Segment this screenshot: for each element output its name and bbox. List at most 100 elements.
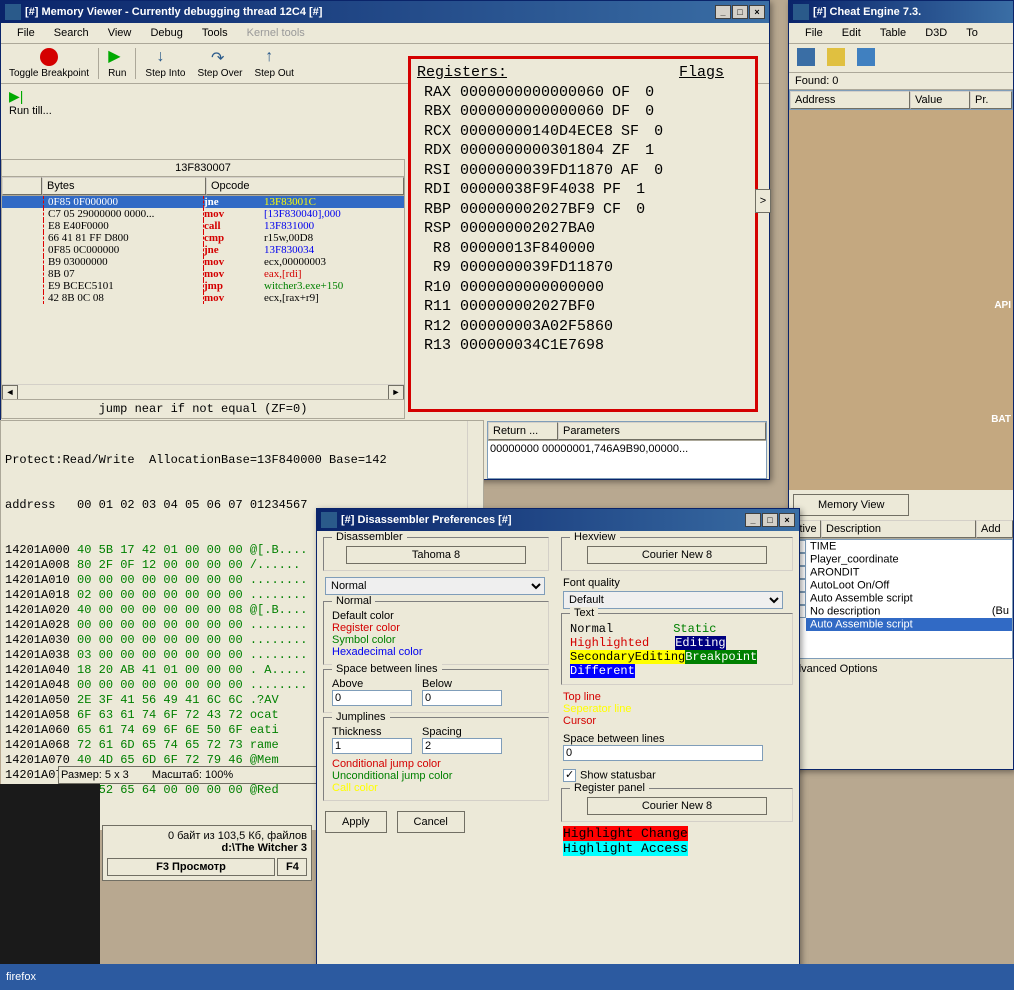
list-item[interactable]: Player_coordinate <box>790 553 1012 566</box>
disasm-row[interactable]: 42 8B 0C 08movecx,[rax+r9] <box>2 292 404 304</box>
register-row: RDI 00000038F9F4038PF 1 <box>417 180 749 200</box>
text-editing[interactable]: Editing <box>675 636 725 650</box>
list-item[interactable]: ARONDIT <box>790 566 1012 579</box>
hex-font-button[interactable]: Courier New 8 <box>587 546 767 564</box>
prefs-titlebar[interactable]: [#] Disassembler Preferences [#] _ □ × <box>317 509 799 531</box>
mv-titlebar[interactable]: [#] Memory Viewer - Currently debugging … <box>1 1 769 23</box>
step-into-button[interactable]: ↓Step Into <box>139 46 191 81</box>
text-normal[interactable]: Normal <box>570 622 613 636</box>
toggle-breakpoint-button[interactable]: Toggle Breakpoint <box>3 46 95 81</box>
register-row: R8 00000013F840000 <box>417 239 749 259</box>
mv-menu-debug[interactable]: Debug <box>142 25 190 41</box>
ce-address-list[interactable]: TIME Player_coordinate ARONDIT AutoLoot … <box>789 539 1013 659</box>
list-item[interactable]: Auto Assemble script <box>790 592 1012 605</box>
cancel-button[interactable]: Cancel <box>397 811 465 833</box>
disasm-row[interactable]: 0F85 0C000000jne13F830034 <box>2 244 404 256</box>
text-breakpoint[interactable]: Breakpoint <box>685 650 757 664</box>
ce-menu-to[interactable]: To <box>958 25 986 41</box>
run-button[interactable]: ▶Run <box>102 46 132 81</box>
disasm-row[interactable]: E9 BCEC5101jmpwitcher3.exe+150 <box>2 280 404 292</box>
mv-menu-file[interactable]: File <box>9 25 43 41</box>
sepline-label[interactable]: Seperator line <box>563 703 791 715</box>
ce-menu-table[interactable]: Table <box>872 25 914 41</box>
ce-btn-save[interactable] <box>851 46 881 70</box>
text-highlighted[interactable]: Highlighted <box>570 636 649 650</box>
text-secondary[interactable]: SecondaryEditing <box>570 650 685 664</box>
taskbar[interactable]: firefox <box>0 964 1014 990</box>
cursor-label[interactable]: Cursor <box>563 715 791 727</box>
cond-jump-color[interactable]: Conditional jump color <box>332 758 540 770</box>
f4-button[interactable]: F4 <box>277 858 307 876</box>
apply-button[interactable]: Apply <box>325 811 387 833</box>
ce-advanced-options[interactable]: dvanced Options <box>789 659 1013 679</box>
disasm-row[interactable]: E8 E40F0000call13F831000 <box>2 220 404 232</box>
ce-col-address[interactable]: Address <box>790 91 910 109</box>
spacing-input[interactable] <box>422 738 502 754</box>
col-bytes[interactable]: Bytes <box>42 177 206 195</box>
disasm-hscroll[interactable]: ◄► <box>2 384 404 400</box>
disasm-font-button[interactable]: Tahoma 8 <box>346 546 526 564</box>
list-item[interactable]: No description (Bu <box>790 605 1012 618</box>
disasm-row[interactable]: 66 41 81 FF D800cmpr15w,00D8 <box>2 232 404 244</box>
col-return[interactable]: Return ... <box>488 422 558 440</box>
disasm-list[interactable]: 0F85 0F000000jne13F83001CC7 05 29000000 … <box>2 196 404 304</box>
ce-menu-edit[interactable]: Edit <box>834 25 869 41</box>
ce-titlebar[interactable]: [#] Cheat Engine 7.3. <box>789 1 1013 23</box>
run-till-icon[interactable]: ▶| <box>9 88 23 105</box>
below-input[interactable] <box>422 690 502 706</box>
ce-menu-d3d[interactable]: D3D <box>917 25 955 41</box>
mv-menu-tools[interactable]: Tools <box>194 25 236 41</box>
disasm-row[interactable]: 0F85 0F000000jne13F83001C <box>2 196 404 208</box>
minimize-button[interactable]: _ <box>715 5 731 19</box>
disasm-row[interactable]: C7 05 29000000 0000...mov[13F830040],000 <box>2 208 404 220</box>
uncond-jump-color[interactable]: Unconditional jump color <box>332 770 540 782</box>
hex-color-label[interactable]: Hexadecimal color <box>332 646 540 658</box>
desktop-dark <box>0 784 100 964</box>
maximize-button[interactable]: □ <box>732 5 748 19</box>
memory-view-button[interactable]: Memory View <box>793 494 909 516</box>
register-row: R10 0000000000000000 <box>417 278 749 298</box>
thickness-input[interactable] <box>332 738 412 754</box>
ce-btn-process[interactable] <box>791 46 821 70</box>
style-select[interactable]: Normal <box>325 577 545 595</box>
ce-col-desc[interactable]: Description <box>821 520 976 538</box>
statusbar-checkbox[interactable] <box>563 769 576 782</box>
text-static[interactable]: Static <box>673 622 716 636</box>
disasm-row[interactable]: B9 03000000movecx,00000003 <box>2 256 404 268</box>
list-item[interactable]: TIME <box>790 540 1012 553</box>
text-different[interactable]: Different <box>570 664 635 678</box>
callstack-row[interactable]: 00000000 00000001,746A9B90,00000... <box>488 441 766 457</box>
highlight-access[interactable]: Highlight Access <box>563 841 688 856</box>
expand-registers-button[interactable]: > <box>755 189 771 213</box>
symbol-color-label[interactable]: Symbol color <box>332 634 540 646</box>
step-over-button[interactable]: ↷Step Over <box>191 46 248 81</box>
call-color[interactable]: Call color <box>332 782 540 794</box>
close-button[interactable]: × <box>749 5 765 19</box>
default-color-label[interactable]: Default color <box>332 610 540 622</box>
topline-label[interactable]: Top line <box>563 691 791 703</box>
col-params[interactable]: Parameters <box>558 422 766 440</box>
list-item[interactable]: AutoLoot On/Off <box>790 579 1012 592</box>
maximize-button[interactable]: □ <box>762 513 778 527</box>
minimize-button[interactable]: _ <box>745 513 761 527</box>
ce-btn-open[interactable] <box>821 46 851 70</box>
mv-menu-view[interactable]: View <box>100 25 140 41</box>
register-color-label[interactable]: Register color <box>332 622 540 634</box>
highlight-change[interactable]: Highlight Change <box>563 826 688 841</box>
register-font-button[interactable]: Courier New 8 <box>587 797 767 815</box>
col-opcode[interactable]: Opcode <box>206 177 404 195</box>
mv-menu-search[interactable]: Search <box>46 25 97 41</box>
disasm-row[interactable]: 8B 07moveax,[rdi] <box>2 268 404 280</box>
ce-menu-file[interactable]: File <box>797 25 831 41</box>
ce-col-value[interactable]: Value <box>910 91 970 109</box>
f3-view-button[interactable]: F3 Просмотр <box>107 858 275 876</box>
close-button[interactable]: × <box>779 513 795 527</box>
taskbar-item-firefox[interactable]: firefox <box>6 971 36 983</box>
step-out-button[interactable]: ↑Step Out <box>248 46 299 81</box>
disasm-statusbar: jump near if not equal (ZF=0) <box>2 399 404 418</box>
ce-col-pr[interactable]: Pr. <box>970 91 1012 109</box>
above-input[interactable] <box>332 690 412 706</box>
ce-col-add[interactable]: Add <box>976 520 1013 538</box>
list-item-selected[interactable]: Auto Assemble script <box>790 618 1012 631</box>
space-hex-input[interactable] <box>563 745 763 761</box>
